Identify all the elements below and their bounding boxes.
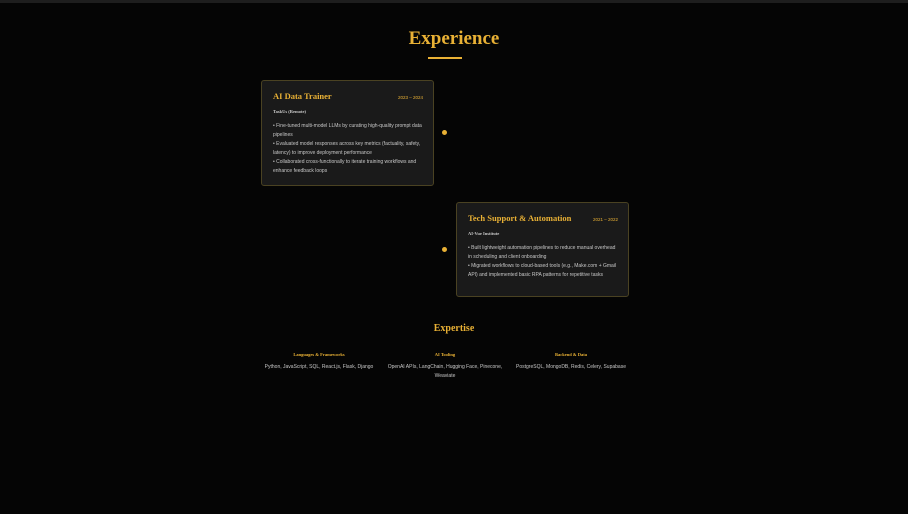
job-bullet: • Fine-tuned multi-model LLMs by curatin… <box>273 123 422 138</box>
experience-card-tech-support: Tech Support & Automation 2021 – 2022 AI… <box>456 202 629 297</box>
timeline-dot <box>442 130 447 135</box>
timeline-dot <box>442 247 447 252</box>
job-bullet: • Migrated workflows to cloud-based tool… <box>468 263 617 278</box>
expertise-column-languages: Languages & Frameworks Python, JavaScrip… <box>253 352 385 372</box>
job-dates: 2023 – 2024 <box>397 95 423 100</box>
expertise-column-backend: Backend & Data PostgreSQL, MongoDB, Redi… <box>505 352 637 372</box>
job-dates: 2021 – 2022 <box>592 217 618 222</box>
job-bullet: • Evaluated model responses across key m… <box>273 141 421 156</box>
expertise-title: Expertise <box>433 323 475 334</box>
job-title: Tech Support & Automation <box>468 213 572 223</box>
expertise-items: PostgreSQL, MongoDB, Redis, Celery, Supa… <box>516 364 626 370</box>
expertise-column-ai-tooling: AI Tooling OpenAI APIs, LangChain, Huggi… <box>379 352 511 381</box>
expertise-heading: AI Tooling <box>434 352 456 357</box>
expertise-heading: Backend & Data <box>554 352 587 357</box>
expertise-items: Python, JavaScript, SQL, React.js, Flask… <box>264 364 374 370</box>
top-bar <box>0 0 908 3</box>
job-company: TaskUs (Remote) <box>273 109 306 114</box>
expertise-items: OpenAI APIs, LangChain, Hugging Face, Pi… <box>387 364 503 379</box>
job-title: AI Data Trainer <box>273 91 332 101</box>
job-bullet: • Built lightweight automation pipelines… <box>468 245 616 260</box>
job-company: AI-Vue Institute <box>468 231 500 236</box>
title-underline <box>428 57 462 59</box>
experience-card-ai-data-trainer: AI Data Trainer 2023 – 2024 TaskUs (Remo… <box>261 80 434 186</box>
job-bullet: • Collaborated cross-functionally to ite… <box>273 159 417 174</box>
expertise-heading: Languages & Frameworks <box>293 352 345 357</box>
section-title: Experience <box>408 28 500 49</box>
